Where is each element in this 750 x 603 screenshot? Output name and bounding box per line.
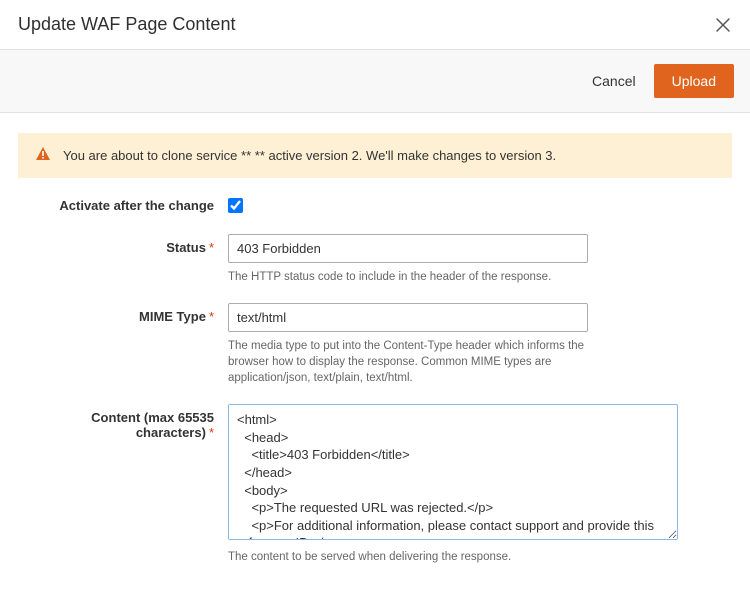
warning-icon: [35, 146, 51, 165]
row-content: Content (max 65535 characters)* The cont…: [18, 404, 732, 565]
modal-title: Update WAF Page Content: [18, 14, 235, 35]
upload-button[interactable]: Upload: [654, 64, 734, 98]
mime-field: The media type to put into the Content-T…: [228, 303, 588, 386]
mime-input[interactable]: [228, 303, 588, 332]
row-mime: MIME Type* The media type to put into th…: [18, 303, 732, 386]
modal-header: Update WAF Page Content: [18, 14, 732, 35]
close-icon[interactable]: [714, 16, 732, 34]
content-label: Content (max 65535 characters)*: [18, 404, 228, 440]
cancel-button[interactable]: Cancel: [592, 73, 636, 89]
activate-field: [228, 192, 588, 216]
status-input[interactable]: [228, 234, 588, 263]
action-bar: Cancel Upload: [0, 49, 750, 113]
content-help: The content to be served when delivering…: [228, 549, 678, 565]
warning-text: You are about to clone service ** ** act…: [63, 148, 556, 163]
activate-label: Activate after the change: [18, 192, 228, 213]
row-activate: Activate after the change: [18, 192, 732, 216]
modal-update-waf: Update WAF Page Content Cancel Upload Yo…: [0, 0, 750, 603]
status-help: The HTTP status code to include in the h…: [228, 269, 588, 285]
row-status: Status* The HTTP status code to include …: [18, 234, 732, 285]
mime-label: MIME Type*: [18, 303, 228, 324]
warning-banner: You are about to clone service ** ** act…: [18, 133, 732, 178]
status-field: The HTTP status code to include in the h…: [228, 234, 588, 285]
content-field: The content to be served when delivering…: [228, 404, 678, 565]
content-textarea[interactable]: [228, 404, 678, 540]
mime-help: The media type to put into the Content-T…: [228, 338, 588, 386]
activate-checkbox[interactable]: [228, 198, 243, 213]
status-label: Status*: [18, 234, 228, 255]
